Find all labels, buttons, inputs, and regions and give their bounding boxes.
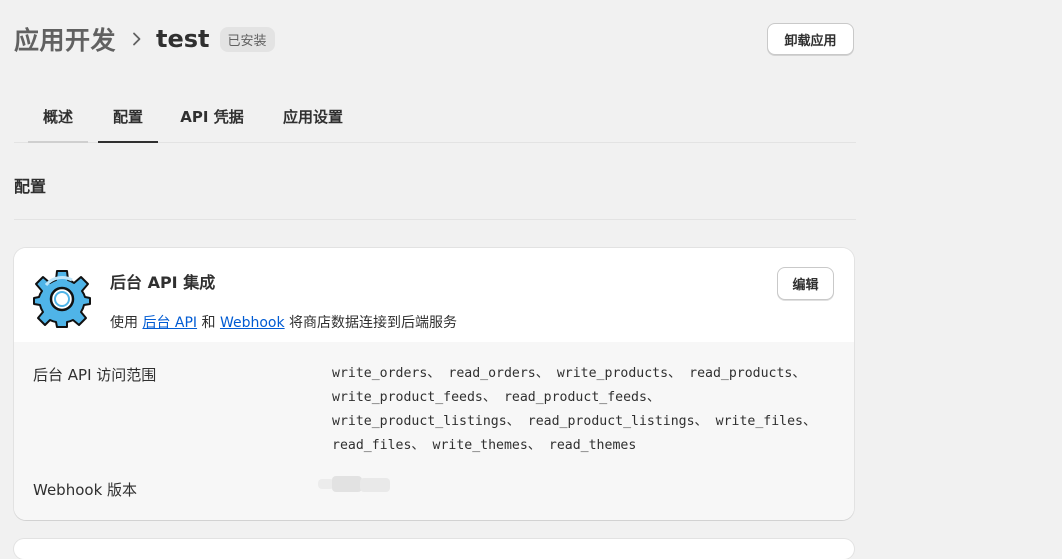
api-scopes-list: write_orders、 read_orders、 write_product… (332, 362, 837, 458)
admin-api-integration-card: 后台 API 集成 使用 后台 API 和 Webhook 将商店数据连接到后端… (14, 248, 854, 520)
api-scopes-label: 后台 API 访问范围 (33, 366, 157, 384)
card-title: 后台 API 集成 (110, 273, 216, 292)
scope-line: read_files、 write_themes、 read_themes (332, 438, 637, 453)
scope-line: write_orders、 read_orders、 write_product… (332, 366, 806, 381)
tab-configuration[interactable]: 配置 (98, 90, 158, 143)
admin-api-link[interactable]: 后台 API (142, 315, 197, 331)
breadcrumb-app-development[interactable]: 应用开发 (14, 21, 116, 57)
scope-line: write_product_listings、 read_product_lis… (332, 414, 817, 429)
edit-button[interactable]: 编辑 (777, 267, 834, 300)
desc-text: 和 (197, 315, 220, 331)
webhook-version-label: Webhook 版本 (33, 481, 138, 499)
tab-bar: 概述 配置 API 凭据 应用设置 (14, 90, 856, 143)
section-title: 配置 (14, 177, 47, 196)
webhook-version-value-redacted (318, 476, 390, 492)
tab-underline (28, 141, 88, 143)
card-header: 后台 API 集成 使用 后台 API 和 Webhook 将商店数据连接到后端… (14, 248, 854, 342)
divider (14, 219, 856, 220)
desc-text: 使用 (110, 315, 143, 331)
page-header: 应用开发 test 已安装 (14, 22, 275, 56)
tab-overview[interactable]: 概述 (28, 90, 88, 143)
card-details: 后台 API 访问范围 write_orders、 read_orders、 w… (14, 342, 854, 520)
chevron-right-icon (132, 32, 142, 46)
desc-text: 将商店数据连接到后端服务 (284, 315, 458, 331)
tab-label: 概述 (42, 107, 73, 126)
tab-label: API 凭据 (180, 107, 244, 126)
tab-label: 应用设置 (282, 107, 343, 126)
gear-icon (32, 269, 92, 329)
card-description: 使用 后台 API 和 Webhook 将商店数据连接到后端服务 (110, 312, 457, 332)
tab-api-credentials[interactable]: API 凭据 (172, 90, 252, 142)
page-title: test (156, 25, 210, 53)
tab-active-underline (98, 141, 158, 143)
scope-line: write_product_feeds、 read_product_feeds、 (332, 390, 661, 405)
webhook-link[interactable]: Webhook (220, 315, 285, 331)
tab-label: 配置 (112, 107, 143, 126)
status-badge: 已安装 (219, 26, 275, 52)
tab-app-settings[interactable]: 应用设置 (272, 90, 354, 142)
next-card (14, 539, 854, 559)
uninstall-app-button[interactable]: 卸载应用 (767, 23, 854, 55)
